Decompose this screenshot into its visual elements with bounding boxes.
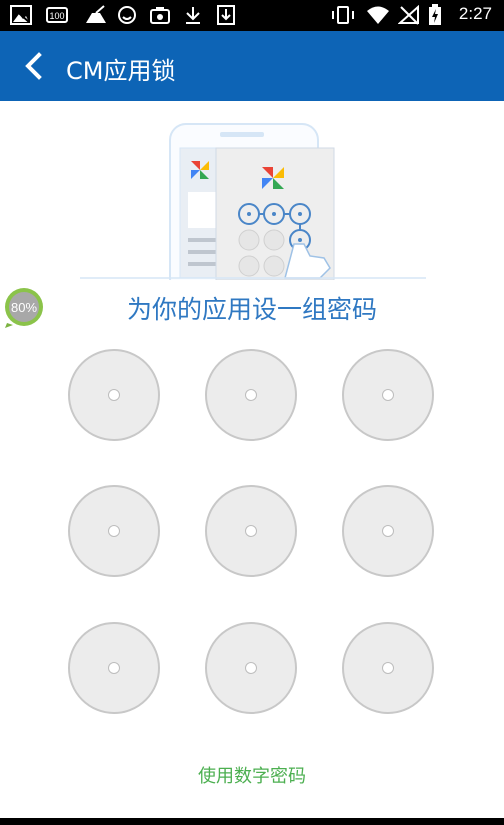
wifi-icon <box>366 5 390 25</box>
pattern-node-dot <box>108 662 120 674</box>
battery-100-icon: 100 <box>46 5 70 25</box>
download-box-icon <box>216 5 236 25</box>
pattern-node[interactable] <box>342 349 434 441</box>
pattern-prompt: 为你的应用设一组密码 <box>126 295 377 324</box>
pattern-node-dot <box>108 389 120 401</box>
status-bar: 100 2:27 <box>0 0 504 31</box>
camera-icon <box>150 5 170 25</box>
battery-charging-icon <box>428 4 442 25</box>
use-numeric-password-link[interactable]: 使用数字密码 <box>0 762 504 788</box>
pattern-node[interactable] <box>68 349 160 441</box>
pattern-node[interactable] <box>205 622 297 714</box>
broom-icon <box>84 5 108 25</box>
pattern-node[interactable] <box>342 485 434 577</box>
pattern-node-dot <box>245 389 257 401</box>
picture-icon <box>10 5 32 25</box>
pattern-node-dot <box>382 389 394 401</box>
download-icon <box>183 5 203 25</box>
pattern-lock-illustration <box>80 118 426 295</box>
chevron-left-icon <box>25 52 42 80</box>
pattern-node[interactable] <box>205 349 297 441</box>
svg-text:100: 100 <box>49 11 64 21</box>
pattern-node-dot <box>245 525 257 537</box>
smiley-icon <box>117 5 137 25</box>
no-sim-icon <box>398 5 420 25</box>
app-bar: CM应用锁 <box>0 31 504 101</box>
pattern-node[interactable] <box>68 622 160 714</box>
vibrate-icon <box>330 5 356 25</box>
bottom-edge <box>0 818 504 825</box>
pattern-node[interactable] <box>342 622 434 714</box>
pattern-node[interactable] <box>68 485 160 577</box>
pattern-node-dot <box>382 662 394 674</box>
pattern-node-dot <box>382 525 394 537</box>
back-button[interactable] <box>16 51 50 81</box>
status-time: 2:27 <box>458 4 492 23</box>
pattern-node[interactable] <box>205 485 297 577</box>
page-title: CM应用锁 <box>66 57 176 85</box>
pattern-node-dot <box>108 525 120 537</box>
pattern-node-dot <box>245 662 257 674</box>
